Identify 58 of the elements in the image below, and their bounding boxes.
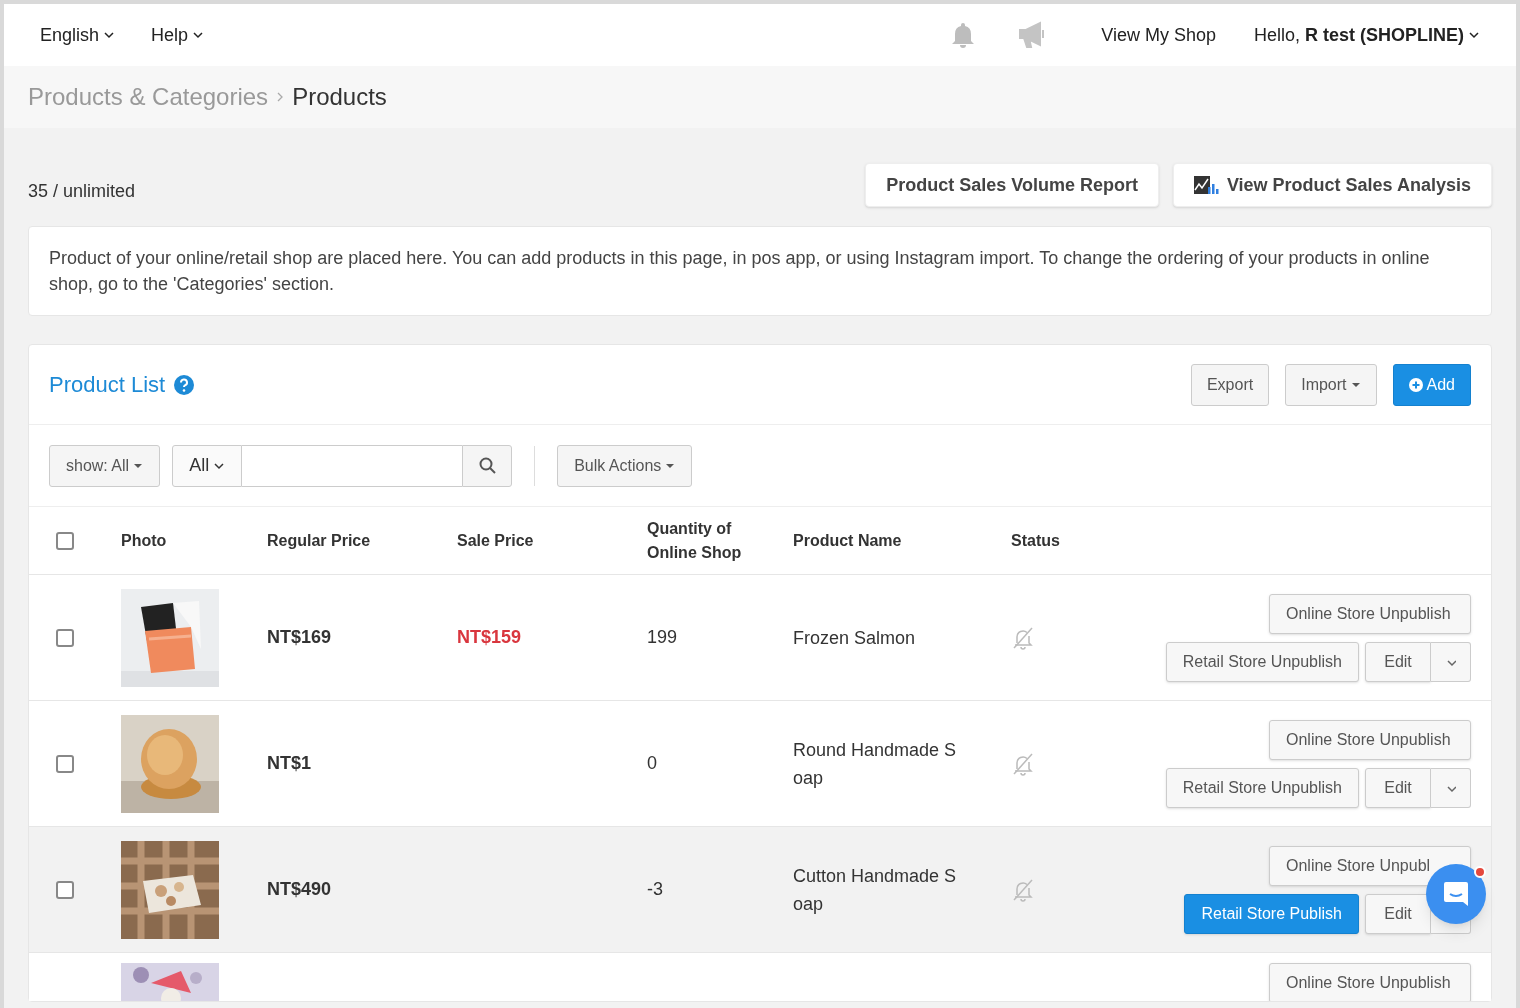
menu-dropdown[interactable]: English [40, 21, 116, 49]
retail-store-button[interactable]: Retail Store Unpublish [1165, 641, 1359, 682]
view-shop-link[interactable]: View My Shop [1101, 21, 1216, 49]
bulk-actions-dropdown[interactable]: Bulk Actions [557, 444, 693, 487]
online-store-button[interactable]: Online Store Unpublish [1269, 963, 1471, 1001]
product-count: 35 / unlimited [28, 179, 136, 203]
report-button[interactable]: View Product Sales Analysis [1172, 163, 1492, 207]
edit-button[interactable]: Edit [1365, 767, 1431, 808]
search-field[interactable] [242, 444, 463, 487]
toolbar-button[interactable]: Import [1285, 363, 1377, 406]
muted-bell-icon [1011, 751, 1035, 776]
online-store-button[interactable]: Online Store Unpubl [1269, 845, 1471, 886]
report-button[interactable]: Product Sales Volume Report [865, 163, 1159, 207]
chevron-icon [276, 91, 285, 103]
filter-dropdown[interactable]: show: All [49, 444, 161, 487]
search-icon [478, 457, 496, 474]
product-name: Round Handmade S oap [793, 738, 958, 790]
edit-button[interactable]: Edit [1365, 893, 1431, 934]
online-store-button[interactable]: Online Store Unpublish [1269, 719, 1471, 760]
page-title: Products [292, 82, 387, 112]
account-menu[interactable]: Hello, R test (SHOPLINE) [1253, 21, 1480, 49]
muted-bell-icon [1011, 625, 1035, 650]
column-header: Quantity of Online Shop [647, 518, 743, 563]
table-cell: NT$159 [457, 627, 522, 647]
muted-bell-icon [1011, 877, 1035, 902]
product-name: Cutton Handmade S oap [793, 864, 958, 916]
plus-icon [1408, 377, 1423, 392]
checkbox[interactable] [56, 531, 74, 550]
column-header: Sale Price [457, 530, 535, 551]
product-name: Frozen Salmon [793, 626, 917, 650]
table-cell: NT$1 [267, 753, 311, 773]
column-header: Status [1011, 530, 1061, 551]
checkbox[interactable] [56, 754, 74, 773]
table-cell: 199 [647, 627, 678, 647]
table-cell: NT$169 [267, 627, 332, 647]
notice-text: Product of your online/retail shop are placed here. You can add products in this page, in pos app, or using Instagram import. To change the ordering of your products in online shop, go to the 'Categories' section. [28, 226, 1492, 316]
online-store-button[interactable]: Online Store Unpublish [1269, 593, 1471, 634]
toolbar-button[interactable]: Export [1190, 363, 1270, 406]
column-header: Regular Price [267, 530, 372, 551]
caret-icon [103, 29, 116, 41]
chat-icon [1443, 880, 1469, 908]
checkbox[interactable] [56, 880, 74, 899]
column-header: Photo [121, 530, 168, 551]
search-button[interactable] [462, 444, 513, 487]
table-cell: 0 [647, 753, 657, 773]
table-cell: NT$490 [267, 879, 332, 899]
edit-button[interactable]: Edit [1365, 641, 1431, 682]
table-cell: -3 [647, 879, 663, 899]
caret-icon [192, 29, 205, 41]
menu-dropdown[interactable]: Help [151, 21, 205, 49]
help-icon [173, 373, 196, 396]
category-dropdown[interactable]: All [172, 444, 243, 487]
chart-icon [1193, 176, 1219, 194]
column-header: Product Name [793, 530, 903, 551]
retail-store-button[interactable]: Retail Store Unpublish [1165, 767, 1359, 808]
checkbox[interactable] [56, 628, 74, 647]
section-title: Product List [49, 371, 166, 399]
caret-icon [1468, 29, 1480, 41]
